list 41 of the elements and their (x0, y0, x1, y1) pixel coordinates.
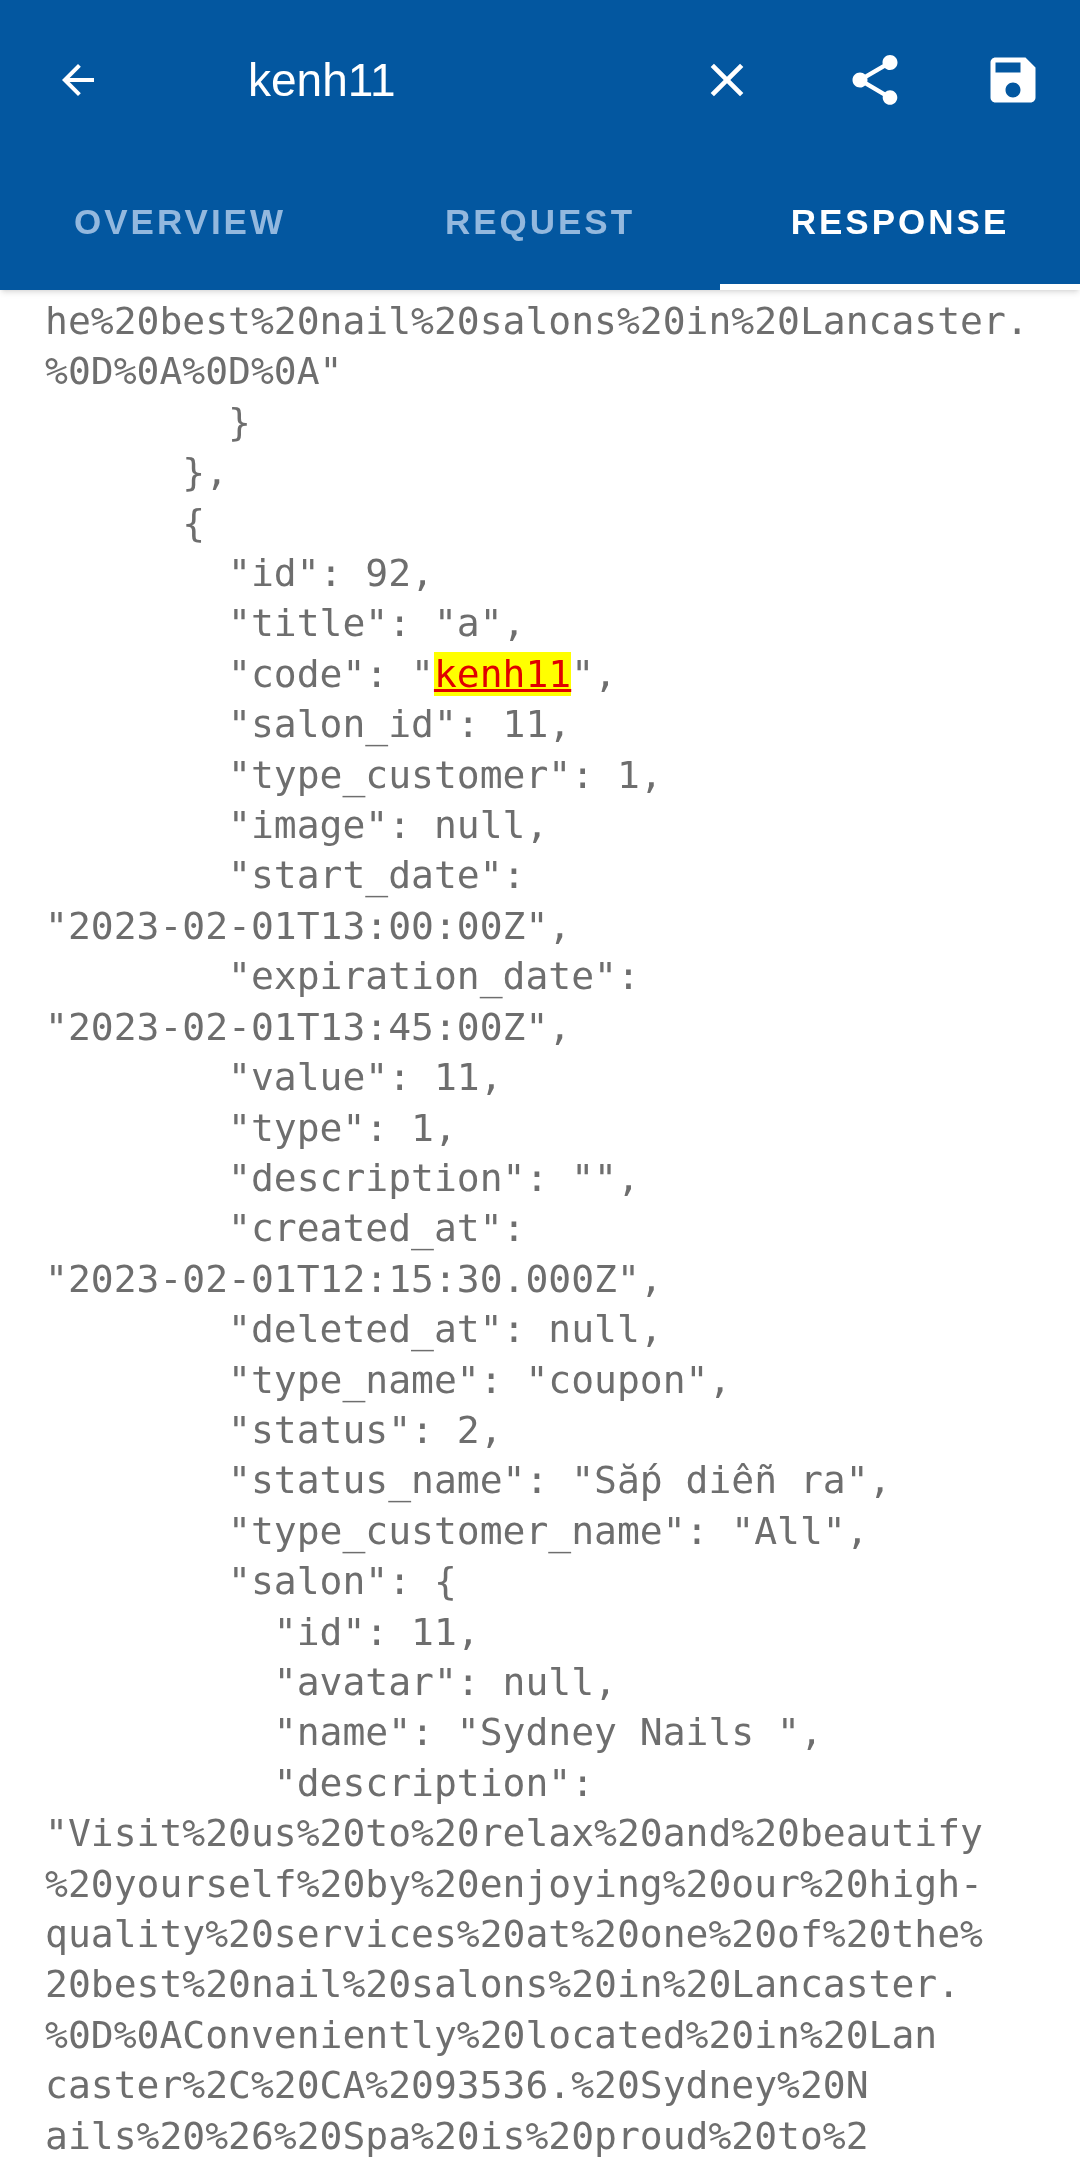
code-line: "type_name": "coupon", (227, 1356, 733, 1405)
code-line: "name": "Sydney Nails ", (272, 1709, 824, 1757)
code-line: "2023-02-01T13:45:00Z", (45, 1003, 573, 1051)
tab[interactable]: RESPONSE (720, 160, 1080, 290)
code-line: ails%20%26%20Spa%20is%20proud%20to%2 (45, 2112, 870, 2160)
code-line: "description": "", (227, 1154, 641, 1202)
code-line: "2023-02-01T12:15:30.000Z", (45, 1255, 664, 1303)
code-line: "code": "kenh11", (227, 650, 618, 698)
code-line: "status_name": "Sắp diễn ra", (227, 1457, 893, 1505)
tab[interactable]: OVERVIEW (0, 160, 360, 290)
code-line: { (181, 499, 207, 547)
code-line: "type": 1, (227, 1104, 458, 1152)
code-line: "salon_id": 11, (227, 701, 573, 749)
code-line: quality%20services%20at%20one%20of%20the% (45, 1911, 984, 1958)
code-line: "created_at": (227, 1205, 527, 1253)
code-line: "deleted_at": null, (227, 1306, 664, 1354)
code-line: "Visit%20us%20to%20relax%20and%20beautify (45, 1810, 984, 1858)
code-line: "start_date": (227, 852, 527, 900)
code-line: "id": 11, (272, 1608, 481, 1656)
code-line: "image": null, (227, 802, 550, 850)
code-line: "description": (272, 1759, 596, 1807)
code-line: }, (181, 449, 230, 497)
code-line: "type_customer_name": "All", (227, 1507, 870, 1556)
tab[interactable]: REQUEST (360, 160, 720, 290)
code-line: "title": "a", (227, 600, 527, 648)
toolbar-title: kenh11 (248, 52, 397, 108)
code-line: 20best%20nail%20salons%20in%20Lancaster. (45, 1961, 962, 2009)
code-line: "2023-02-01T13:00:00Z", (45, 902, 573, 950)
code-line: } (227, 398, 252, 446)
code-line: "avatar": null, (272, 1658, 618, 1706)
code-line: caster%2C%20CA%2093536.%20Sydney%20N (45, 2062, 870, 2110)
code-line: "status": 2, (227, 1406, 504, 1454)
code-line: "id": 92, (227, 550, 435, 598)
code-line: %20yourself%20by%20enjoying%20our%20high- (45, 1860, 984, 1908)
code-line: "value": 11, (227, 1054, 504, 1102)
code-line: "salon": { (227, 1558, 458, 1606)
code-line: "expiration_date": (227, 953, 641, 1001)
code-line: %0D%0A%0D%0A" (45, 348, 344, 396)
code-line: "type_customer": 1, (227, 751, 664, 800)
code-line: %0D%0AConveniently%20located%20in%20Lan (45, 2011, 939, 2059)
code-line: he%20best%20nail%20salons%20in%20Lancaster. (45, 298, 1030, 345)
